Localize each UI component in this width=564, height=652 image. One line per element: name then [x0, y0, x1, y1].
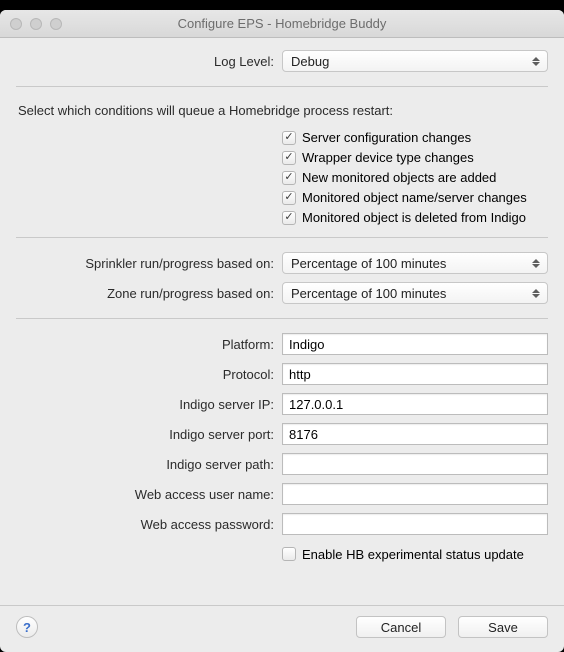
- server-ip-input[interactable]: [282, 393, 548, 415]
- zone-value: Percentage of 100 minutes: [291, 286, 446, 301]
- experimental-label: Enable HB experimental status update: [302, 547, 524, 562]
- divider: [16, 237, 548, 238]
- checkbox-icon: [282, 211, 296, 225]
- web-user-row: Web access user name:: [16, 481, 548, 507]
- web-user-input[interactable]: [282, 483, 548, 505]
- protocol-label: Protocol:: [16, 367, 282, 382]
- protocol-input[interactable]: [282, 363, 548, 385]
- log-level-select[interactable]: Debug: [282, 50, 548, 72]
- help-button[interactable]: ?: [16, 616, 38, 638]
- chevron-updown-icon: [527, 284, 545, 302]
- experimental-row: Enable HB experimental status update: [16, 541, 548, 567]
- experimental-checkbox[interactable]: Enable HB experimental status update: [282, 547, 524, 562]
- save-button-label: Save: [488, 620, 518, 635]
- server-ip-label: Indigo server IP:: [16, 397, 282, 412]
- restart-condition-label: Monitored object name/server changes: [302, 190, 527, 205]
- checkbox-icon: [282, 191, 296, 205]
- sprinkler-label: Sprinkler run/progress based on:: [16, 256, 282, 271]
- chevron-updown-icon: [527, 52, 545, 70]
- checkbox-icon: [282, 131, 296, 145]
- sprinkler-value: Percentage of 100 minutes: [291, 256, 446, 271]
- sprinkler-row: Sprinkler run/progress based on: Percent…: [16, 250, 548, 276]
- protocol-row: Protocol:: [16, 361, 548, 387]
- help-icon: ?: [23, 620, 31, 635]
- restart-condition-checkbox[interactable]: Wrapper device type changes: [282, 150, 474, 165]
- restart-condition-label: New monitored objects are added: [302, 170, 496, 185]
- save-button[interactable]: Save: [458, 616, 548, 638]
- web-pass-input[interactable]: [282, 513, 548, 535]
- server-port-row: Indigo server port:: [16, 421, 548, 447]
- cancel-button[interactable]: Cancel: [356, 616, 446, 638]
- server-path-row: Indigo server path:: [16, 451, 548, 477]
- sprinkler-select[interactable]: Percentage of 100 minutes: [282, 252, 548, 274]
- restart-condition-checkbox[interactable]: Monitored object name/server changes: [282, 190, 527, 205]
- restart-condition-label: Monitored object is deleted from Indigo: [302, 210, 526, 225]
- web-pass-label: Web access password:: [16, 517, 282, 532]
- zone-row: Zone run/progress based on: Percentage o…: [16, 280, 548, 306]
- platform-row: Platform:: [16, 331, 548, 357]
- restart-condition-checkbox[interactable]: Monitored object is deleted from Indigo: [282, 210, 526, 225]
- titlebar: Configure EPS - Homebridge Buddy: [0, 10, 564, 38]
- restart-condition-checkbox[interactable]: Server configuration changes: [282, 130, 471, 145]
- cancel-button-label: Cancel: [381, 620, 421, 635]
- close-icon[interactable]: [10, 18, 22, 30]
- restart-condition-checkbox[interactable]: New monitored objects are added: [282, 170, 496, 185]
- window-title: Configure EPS - Homebridge Buddy: [0, 16, 564, 31]
- divider: [16, 86, 548, 87]
- chevron-updown-icon: [527, 254, 545, 272]
- platform-input[interactable]: [282, 333, 548, 355]
- zone-label: Zone run/progress based on:: [16, 286, 282, 301]
- divider: [16, 318, 548, 319]
- server-path-input[interactable]: [282, 453, 548, 475]
- checkbox-icon: [282, 171, 296, 185]
- zone-select[interactable]: Percentage of 100 minutes: [282, 282, 548, 304]
- server-port-input[interactable]: [282, 423, 548, 445]
- log-level-value: Debug: [291, 54, 329, 69]
- log-level-label: Log Level:: [16, 54, 282, 69]
- restart-conditions: Server configuration changes Wrapper devi…: [16, 128, 548, 225]
- footer-buttons: Cancel Save: [356, 616, 548, 638]
- zoom-icon[interactable]: [50, 18, 62, 30]
- server-ip-row: Indigo server IP:: [16, 391, 548, 417]
- server-path-label: Indigo server path:: [16, 457, 282, 472]
- minimize-icon[interactable]: [30, 18, 42, 30]
- checkbox-icon: [282, 547, 296, 561]
- restart-instruction: Select which conditions will queue a Hom…: [16, 103, 548, 118]
- server-port-label: Indigo server port:: [16, 427, 282, 442]
- restart-condition-label: Server configuration changes: [302, 130, 471, 145]
- log-level-row: Log Level: Debug: [16, 48, 548, 74]
- footer: ? Cancel Save: [0, 605, 564, 652]
- web-user-label: Web access user name:: [16, 487, 282, 502]
- platform-label: Platform:: [16, 337, 282, 352]
- content-area: Log Level: Debug Select which conditions…: [0, 38, 564, 605]
- checkbox-icon: [282, 151, 296, 165]
- web-pass-row: Web access password:: [16, 511, 548, 537]
- restart-condition-label: Wrapper device type changes: [302, 150, 474, 165]
- traffic-lights: [10, 18, 62, 30]
- dialog-window: Configure EPS - Homebridge Buddy Log Lev…: [0, 10, 564, 652]
